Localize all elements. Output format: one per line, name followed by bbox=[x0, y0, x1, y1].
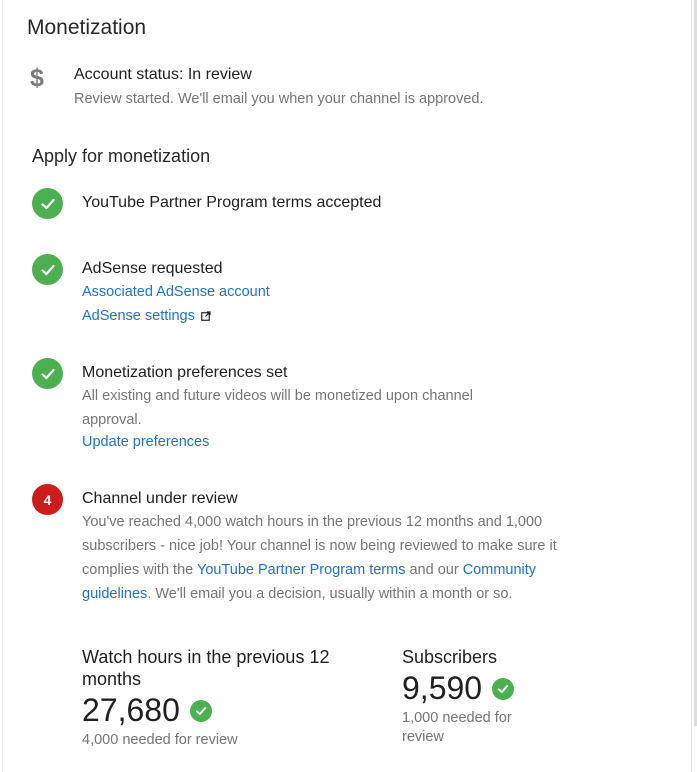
watch-hours-value: 27,680 bbox=[82, 692, 180, 728]
associated-adsense-link[interactable]: Associated AdSense account bbox=[82, 284, 270, 300]
update-preferences-link[interactable]: Update preferences bbox=[82, 434, 209, 450]
account-status-subtext: Review started. We'll email you when you… bbox=[74, 91, 484, 107]
apply-section-heading: Apply for monetization bbox=[32, 146, 211, 166]
external-link-icon bbox=[201, 311, 211, 321]
preferences-description: All existing and future videos will be m… bbox=[82, 388, 473, 428]
dollar-icon: $ bbox=[30, 64, 44, 92]
review-desc-part3: . We'll email you a decision, usually wi… bbox=[147, 586, 513, 602]
subscribers-value: 9,590 bbox=[402, 670, 483, 706]
check-circle-icon bbox=[189, 699, 212, 722]
step-number-badge: 4 bbox=[32, 484, 63, 515]
step-title-adsense: AdSense requested bbox=[82, 260, 223, 277]
check-circle-icon bbox=[32, 188, 63, 219]
check-circle-icon bbox=[492, 677, 515, 700]
step-title-review: Channel under review bbox=[82, 490, 238, 507]
watch-hours-label: Watch hours in the previous 12 months bbox=[82, 647, 330, 689]
step-title-preferences: Monetization preferences set bbox=[82, 364, 288, 381]
step-title-terms: YouTube Partner Program terms accepted bbox=[82, 194, 382, 211]
review-desc-part2: and our bbox=[405, 562, 463, 578]
account-status-heading: Account status: In review bbox=[74, 66, 252, 83]
adsense-settings-label[interactable]: AdSense settings bbox=[82, 308, 195, 324]
partner-program-terms-link[interactable]: YouTube Partner Program terms bbox=[197, 562, 405, 578]
review-description: You've reached 4,000 watch hours in the … bbox=[82, 510, 557, 606]
watch-hours-value-row: 27,680 bbox=[82, 692, 372, 729]
check-circle-icon bbox=[32, 358, 63, 389]
watch-hours-note: 4,000 needed for review bbox=[82, 732, 238, 748]
page-title: Monetization bbox=[27, 16, 147, 39]
check-circle-icon bbox=[32, 254, 63, 285]
adsense-settings-link[interactable]: AdSense settings bbox=[82, 308, 211, 324]
subscribers-value-row: 9,590 bbox=[402, 670, 552, 707]
subscribers-label: Subscribers bbox=[402, 647, 498, 667]
subscribers-note: 1,000 needed for review bbox=[402, 710, 512, 745]
watch-hours-stat: Watch hours in the previous 12 months 27… bbox=[82, 646, 372, 750]
subscribers-stat: Subscribers 9,590 1,000 needed for revie… bbox=[402, 646, 552, 747]
